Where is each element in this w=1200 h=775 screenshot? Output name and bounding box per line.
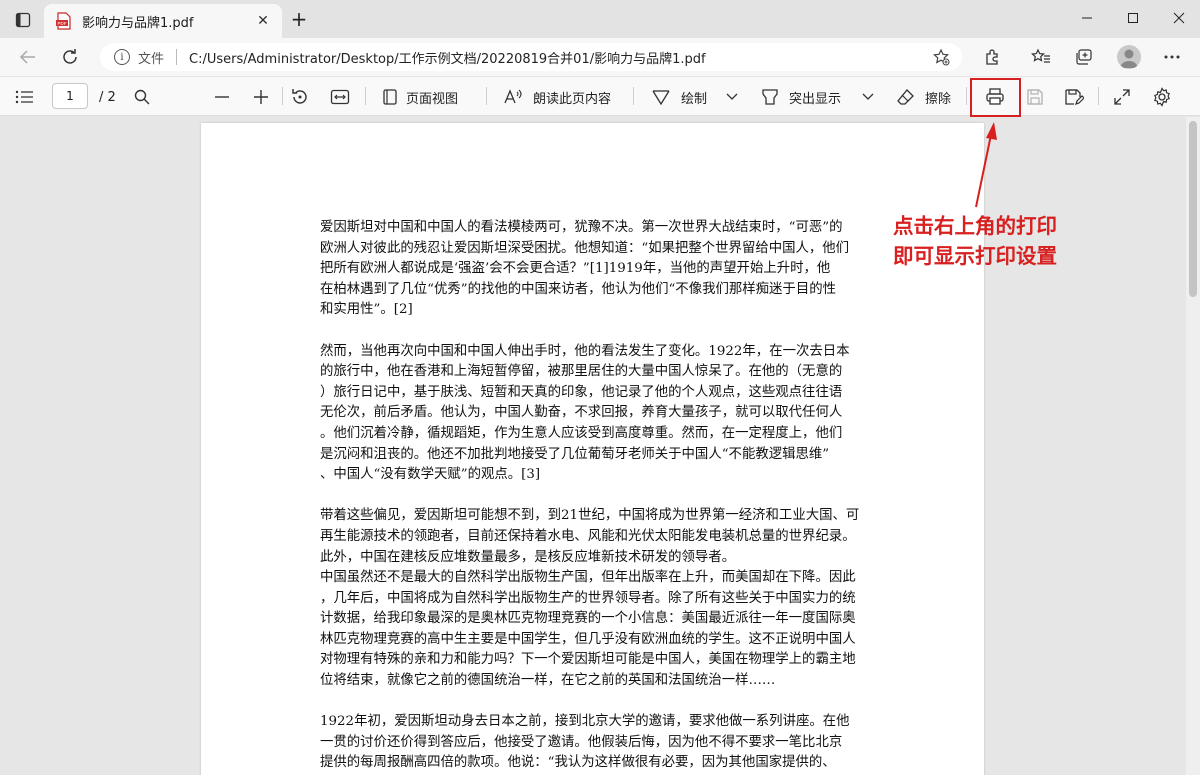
page-number-input[interactable]: 1: [52, 83, 88, 109]
toolbar-divider: [486, 87, 487, 105]
fullscreen-icon[interactable]: [1113, 85, 1131, 109]
toolbar-divider: [282, 87, 283, 105]
document-line: 无伦次，前后矛盾。他认为，中国人勤奋，不求回报，养育大量孩子，就可以取代任何人: [320, 405, 843, 421]
settings-gear-icon[interactable]: [1152, 85, 1172, 109]
document-line: 的旅行中，他在香港和上海短暂停留，被那里居住的大量中国人惊呆了。在他的（无意的: [320, 364, 843, 380]
document-line: 把所有欧洲人都说成是‘强盗’会不会更合适？”[1]1919年，当他的声望开始上升…: [320, 261, 831, 277]
highlight-icon: [762, 89, 778, 105]
browser-tab[interactable]: PDF 影响力与品牌1.pdf ✕: [44, 4, 282, 38]
draw-chevron-down-icon[interactable]: [726, 85, 738, 109]
document-line: 然而，当他再次向中国和中国人伸出手时，他的看法发生了变化。1922年，在一次去日…: [320, 343, 850, 359]
document-line: 爱因斯坦对中国和中国人的看法模棱两可，犹豫不决。第一次世界大战结束时，“可恶”的: [320, 220, 843, 235]
page-total: / 2: [99, 89, 116, 105]
document-line: 中国虽然还不是最大的自然科学出版物生产国，但年出版率在上升，而美国却在下降。因此: [320, 570, 856, 586]
highlight-chevron-down-icon[interactable]: [862, 85, 874, 109]
save-icon[interactable]: [1026, 85, 1044, 109]
pdf-page: 爱因斯坦对中国和中国人的看法模棱两可，犹豫不决。第一次世界大战结束时，“可恶”的…: [201, 123, 984, 775]
page-view-label: 页面视图: [406, 91, 459, 107]
highlight-button[interactable]: 突出显示: [760, 85, 841, 109]
document-line: 对物理有特殊的亲和力和能力吗？下一个爱因斯坦可能是中国人，美国在物理学上的霸主地: [320, 652, 856, 668]
save-as-icon[interactable]: [1064, 85, 1084, 109]
draw-button[interactable]: 绘制: [651, 85, 707, 109]
more-options-icon[interactable]: [1160, 46, 1184, 68]
document-text: 爱因斯坦对中国和中国人的看法模棱两可，犹豫不决。第一次世界大战结束时，“可恶”的…: [320, 218, 875, 775]
erase-button[interactable]: 擦除: [896, 85, 951, 109]
read-aloud-label: 朗读此页内容: [533, 91, 612, 107]
page-view-button[interactable]: 页面视图: [381, 85, 458, 109]
document-line: 欧洲人对彼此的残忍让爱因斯坦深受困扰。他想知道：“如果把整个世界留给中国人，他们: [320, 240, 850, 256]
extensions-icon[interactable]: [980, 46, 1004, 68]
document-line: 位将结束，就像它之前的德国统治一样，在它之前的英国和法国统治一样……: [320, 673, 776, 689]
window-close-icon[interactable]: [1156, 0, 1200, 36]
read-aloud-icon: [504, 89, 522, 104]
collections-icon[interactable]: [1072, 46, 1096, 68]
contents-icon[interactable]: [14, 85, 34, 109]
document-line: 和实用性”。[2]: [320, 302, 413, 318]
document-line: 一贯的讨价还价得到答应后，他接受了邀请。他假装后悔，因为他不得不要求一笔比北京: [320, 734, 843, 750]
fit-width-icon[interactable]: [330, 85, 350, 109]
toolbar-divider: [966, 87, 967, 105]
document-paragraph: 然而，当他再次向中国和中国人伸出手时，他的看法发生了变化。1922年，在一次去日…: [320, 342, 875, 486]
close-tab-icon[interactable]: ✕: [254, 12, 272, 30]
toolbar-divider: [1098, 87, 1099, 105]
navigation-bar: i 文件 C:/Users/Administrator/Desktop/工作示例…: [0, 38, 1200, 76]
document-line: 、中国人“没有数学天赋”的观点。[3]: [320, 467, 541, 483]
erase-label: 擦除: [925, 91, 952, 107]
document-paragraph: 带着这些偏见，爱因斯坦可能想不到，到21世纪，中国将成为世界第一经济和工业大国、…: [320, 506, 875, 691]
toolbar-divider: [633, 87, 634, 105]
annotation-line: 即可显示打印设置: [893, 244, 1057, 268]
minimize-icon[interactable]: [1064, 0, 1110, 36]
document-line: ）旅行日记中，基于肤浅、短暂和天真的印象，他记录了他的个人观点，这些观点往往语: [320, 384, 843, 400]
address-divider: [176, 49, 178, 65]
svg-text:PDF: PDF: [58, 21, 67, 26]
add-favorite-icon[interactable]: [932, 48, 950, 66]
document-line: ，几年后，中国将成为自然科学出版物生产的世界领导者。除了所有这些关于中国实力的统: [320, 590, 856, 606]
scrollbar-thumb[interactable]: [1189, 121, 1197, 297]
read-aloud-button[interactable]: 朗读此页内容: [503, 85, 611, 109]
document-line: 再生能源技术的领跑者，目前还保持着水电、风能和光伏太阳能发电装机总量的世界纪录。: [320, 528, 856, 544]
highlight-label: 突出显示: [789, 91, 842, 107]
document-paragraph: 爱因斯坦对中国和中国人的看法模棱两可，犹豫不决。第一次世界大战结束时，“可恶”的…: [320, 218, 875, 321]
back-arrow-icon[interactable]: [14, 44, 42, 70]
new-tab-icon[interactable]: +: [288, 9, 310, 31]
document-line: 计数据，给我印象最深的是奥林匹克物理竞赛的一个小信息：美国最近派往一年一度国际奥: [320, 611, 856, 627]
rotate-icon[interactable]: [290, 85, 310, 109]
info-icon[interactable]: i: [114, 49, 130, 65]
vertical-scrollbar[interactable]: [1186, 117, 1200, 775]
tab-actions-icon[interactable]: [10, 9, 36, 31]
page-view-icon: [383, 89, 397, 105]
zoom-out-icon[interactable]: [213, 85, 231, 109]
document-line: 1922年初，爱因斯坦动身去日本之前，接到北京大学的邀请，要求他做一系列讲座。在…: [320, 714, 850, 730]
toolbar-divider: [365, 87, 366, 105]
tab-title: 影响力与品牌1.pdf: [82, 15, 194, 31]
eraser-icon: [897, 89, 914, 105]
url-text[interactable]: C:/Users/Administrator/Desktop/工作示例文档/20…: [189, 48, 932, 67]
document-paragraph: 1922年初，爱因斯坦动身去日本之前，接到北京大学的邀请，要求他做一系列讲座。在…: [320, 712, 875, 774]
refresh-icon[interactable]: [56, 44, 84, 70]
maximize-icon[interactable]: [1110, 0, 1156, 36]
document-line: 。他们沉着冷静，循规蹈矩，作为生意人应该受到高度尊重。然而，在一定程度上，他们: [320, 425, 843, 441]
address-bar[interactable]: i 文件 C:/Users/Administrator/Desktop/工作示例…: [100, 43, 962, 71]
draw-label: 绘制: [681, 91, 708, 107]
document-line: 提供的每周报酬高四倍的款项。他说：“我认为这样做很有必要，因为其他国家提供的、: [320, 755, 836, 771]
document-line: 带着这些偏见，爱因斯坦可能想不到，到21世纪，中国将成为世界第一经济和工业大国、…: [320, 508, 860, 524]
favorites-icon[interactable]: [1029, 46, 1053, 68]
tab-strip: PDF 影响力与品牌1.pdf ✕ +: [0, 0, 1200, 38]
document-line: 是沉闷和沮丧的。他还不加批判地接受了几位葡萄牙老师关于中国人“不能教逻辑思维”: [320, 446, 830, 462]
annotation-text: 点击右上角的打印 即可显示打印设置: [893, 211, 1103, 271]
scheme-label: 文件: [138, 51, 165, 67]
annotation-line: 点击右上角的打印: [893, 214, 1057, 238]
zoom-in-icon[interactable]: [252, 85, 270, 109]
document-line: 此外，中国在建核反应堆数量最多，是核反应堆新技术研发的领导者。: [320, 549, 736, 565]
document-line: 林匹克物理竞赛的高中生主要是中国学生，但几乎没有欧洲血统的学生。这不正说明中国人: [320, 631, 856, 647]
print-highlight-box: [970, 78, 1021, 117]
search-icon[interactable]: [133, 85, 151, 109]
profile-avatar[interactable]: [1117, 45, 1141, 69]
draw-icon: [652, 90, 670, 106]
pdf-file-icon: PDF: [56, 12, 72, 30]
document-line: 在柏林遇到了几位“优秀”的找他的中国来访者，他认为他们“不像我们那样痴迷于目的性: [320, 281, 836, 297]
